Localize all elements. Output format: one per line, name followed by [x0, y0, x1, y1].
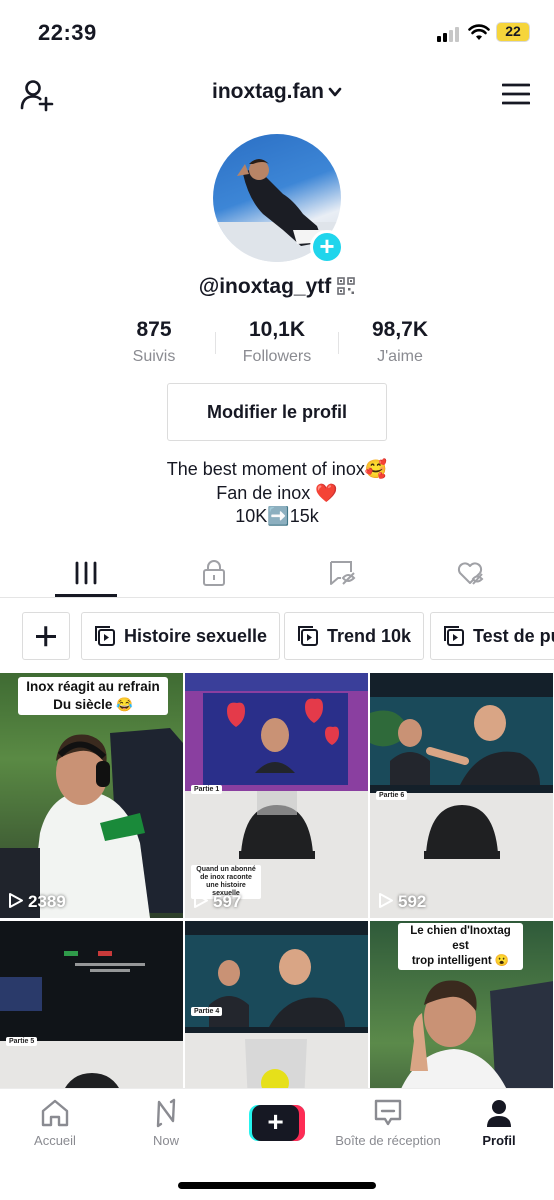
- profile-avatar[interactable]: +: [213, 134, 344, 264]
- playlist-chip[interactable]: Test de pu: [430, 612, 554, 660]
- view-count-value: 597: [213, 892, 242, 911]
- stat-value: 98,7K: [371, 318, 429, 341]
- video-caption: Inox réagit au refrain Du siècle 😂: [18, 677, 168, 715]
- nav-label: Profil: [482, 1133, 516, 1148]
- home-icon: [41, 1099, 69, 1127]
- stat-value: 10,1K: [248, 318, 306, 341]
- nav-label: Boîte de réception: [335, 1133, 441, 1148]
- video-thumbnail[interactable]: Partie 6 592: [370, 673, 553, 918]
- active-tab-indicator: [55, 594, 117, 597]
- edit-profile-button[interactable]: Modifier le profil: [167, 383, 387, 441]
- profile-tabs: [0, 548, 554, 598]
- playlist-icon: [95, 626, 115, 646]
- view-count: 2389: [8, 892, 66, 912]
- playlist-icon: [444, 626, 464, 646]
- stat-followers[interactable]: 10,1K Followers: [212, 318, 342, 366]
- playlist-label: Histoire sexuelle: [124, 626, 268, 646]
- playlist-label: Trend 10k: [327, 626, 412, 646]
- view-count: 592: [378, 892, 426, 912]
- add-playlist-button[interactable]: [22, 612, 70, 660]
- play-icon: [194, 893, 208, 908]
- bio-line: Fan de inox ❤️: [216, 482, 338, 503]
- video-thumbnail[interactable]: Partie 4: [185, 921, 368, 1093]
- profile-icon: [487, 1100, 511, 1127]
- add-story-button[interactable]: +: [310, 230, 344, 264]
- stat-label: Followers: [242, 348, 312, 365]
- part-tag: Partie 1: [191, 785, 223, 794]
- video-thumbnail[interactable]: Inox réagit au refrain Du siècle 😂 2389: [0, 673, 183, 918]
- part-tag: Partie 6: [376, 791, 408, 800]
- account-name: inoxtag.fan: [211, 80, 324, 103]
- inbox-icon: [374, 1099, 402, 1126]
- video-grid: Inox réagit au refrain Du siècle 😂 2389 …: [0, 673, 554, 1093]
- battery-indicator: 22: [496, 22, 530, 42]
- video-thumbnail[interactable]: Partie 1 Quand un abonné de inox raconte…: [185, 673, 368, 918]
- chevron-down-icon: [328, 88, 342, 97]
- view-count-value: 592: [398, 892, 427, 911]
- thumbnail-art: [0, 921, 183, 1093]
- play-icon: [379, 893, 393, 908]
- video-thumbnail[interactable]: Le chien d'Inoxtag est trop intelligent …: [370, 921, 553, 1093]
- now-icon: [156, 1098, 176, 1128]
- video-caption: Le chien d'Inoxtag est trop intelligent …: [398, 923, 523, 970]
- videos-grid-icon[interactable]: [71, 558, 101, 588]
- view-count: 597: [193, 892, 241, 912]
- status-bar: 22:39 22: [0, 0, 554, 64]
- qr-code-icon[interactable]: [337, 277, 356, 295]
- nav-label: Now: [152, 1133, 179, 1148]
- part-tag: Partie 5: [6, 1037, 38, 1046]
- plus-icon: +: [252, 1105, 299, 1141]
- signal-icon: [437, 26, 463, 42]
- profile-header: inoxtag.fan: [0, 70, 554, 120]
- nav-now[interactable]: Now: [111, 1097, 221, 1148]
- lock-icon[interactable]: [199, 558, 229, 588]
- playlist-chip[interactable]: Trend 10k: [284, 612, 425, 660]
- view-count-value: 2389: [28, 892, 66, 911]
- profile-stats: 875 Suivis 10,1K Followers 98,7K J'aime: [0, 318, 554, 368]
- stat-label: Suivis: [132, 348, 176, 365]
- status-time: 22:39: [38, 20, 97, 45]
- video-thumbnail[interactable]: Partie 5: [0, 921, 183, 1093]
- wifi-icon: [468, 24, 490, 40]
- bio-line: The best moment of inox🥰: [166, 459, 388, 479]
- menu-icon[interactable]: [502, 82, 530, 106]
- part-tag: Partie 4: [191, 1007, 223, 1016]
- home-indicator: [178, 1182, 376, 1189]
- profile-bio: The best moment of inox🥰 Fan de inox ❤️ …: [0, 458, 554, 529]
- play-icon: [9, 893, 23, 908]
- account-switcher[interactable]: inoxtag.fan: [0, 80, 554, 104]
- create-button[interactable]: +: [249, 1105, 305, 1141]
- stat-value: 875: [136, 318, 172, 341]
- stat-label: J'aime: [377, 348, 423, 365]
- nav-label: Accueil: [34, 1133, 76, 1148]
- playlist-chip[interactable]: Histoire sexuelle: [81, 612, 281, 660]
- playlist-icon: [298, 626, 318, 646]
- playlist-row: Histoire sexuelle Trend 10k Test de pu: [22, 612, 554, 660]
- stat-likes[interactable]: 98,7K J'aime: [335, 318, 465, 366]
- profile-handle: @inoxtag_ytf: [0, 275, 554, 299]
- nav-home[interactable]: Accueil: [0, 1097, 110, 1148]
- bio-line: 10K➡️15k: [235, 506, 319, 526]
- liked-heart-icon[interactable]: [455, 558, 485, 588]
- nav-profile[interactable]: Profil: [444, 1097, 554, 1148]
- tagged-icon[interactable]: [327, 558, 357, 588]
- nav-inbox[interactable]: Boîte de réception: [318, 1097, 458, 1148]
- stat-following[interactable]: 875 Suivis: [89, 318, 219, 366]
- playlist-label: Test de pu: [473, 626, 554, 646]
- handle-text: @inoxtag_ytf: [198, 275, 332, 298]
